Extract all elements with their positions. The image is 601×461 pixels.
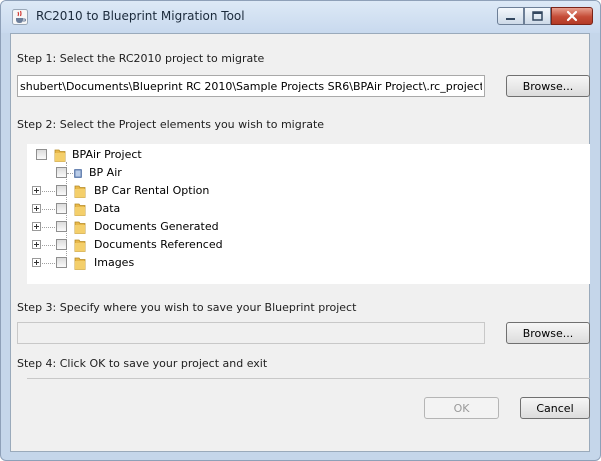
step2-label: Step 2: Select the Project elements you … xyxy=(17,118,325,131)
rc-project-path-input[interactable] xyxy=(18,76,484,96)
tree-item-documents-referenced[interactable]: Documents Referenced xyxy=(27,236,287,254)
tree-item-label: Documents Generated xyxy=(94,220,219,233)
tree-root-checkbox[interactable] xyxy=(36,149,47,160)
tree-item-documents-generated[interactable]: Documents Generated xyxy=(27,218,287,236)
browse-rc-project-button[interactable]: Browse... xyxy=(506,75,590,97)
bp-car-rental-option-checkbox[interactable] xyxy=(56,185,67,196)
expand-icon[interactable] xyxy=(32,204,41,213)
expand-icon[interactable] xyxy=(32,258,41,267)
close-button[interactable] xyxy=(551,7,593,25)
tree-item-label: Data xyxy=(94,202,121,215)
java-cup-icon xyxy=(12,9,28,25)
bp-air-checkbox[interactable] xyxy=(56,167,67,178)
tree-item-images[interactable]: Images xyxy=(27,254,227,272)
data-checkbox[interactable] xyxy=(56,203,67,214)
tree-item-label: BP Car Rental Option xyxy=(94,184,210,197)
tree-connector xyxy=(42,227,55,228)
expand-icon[interactable] xyxy=(32,240,41,249)
folder-icon xyxy=(74,221,86,234)
tree-item-bp-air[interactable]: BP Air xyxy=(27,164,227,182)
minimize-icon xyxy=(506,18,515,20)
tree-root-label: BPAir Project xyxy=(72,148,142,161)
folder-icon xyxy=(74,185,86,198)
maximize-icon xyxy=(532,11,543,21)
divider xyxy=(27,378,590,379)
minimize-button[interactable] xyxy=(497,7,524,25)
ok-button[interactable]: OK xyxy=(424,397,499,419)
expand-icon[interactable] xyxy=(32,222,41,231)
tree-connector xyxy=(42,191,55,192)
title-bar[interactable]: RC2010 to Blueprint Migration Tool xyxy=(1,1,600,33)
close-icon xyxy=(566,10,578,22)
step3-label: Step 3: Specify where you wish to save y… xyxy=(17,301,357,314)
blueprint-save-path-input[interactable] xyxy=(18,323,484,343)
folder-icon xyxy=(54,149,66,162)
tree-connector xyxy=(42,263,55,264)
tree-item-bp-car-rental-option[interactable]: BP Car Rental Option xyxy=(27,182,287,200)
browse-save-location-button[interactable]: Browse... xyxy=(506,322,590,344)
folder-icon xyxy=(74,203,86,216)
step1-label: Step 1: Select the RC2010 project to mig… xyxy=(17,52,265,65)
tree-item-label: Documents Referenced xyxy=(94,238,223,251)
tree-item-data[interactable]: Data xyxy=(27,200,227,218)
images-checkbox[interactable] xyxy=(56,257,67,268)
folder-icon xyxy=(74,239,86,252)
cancel-button[interactable]: Cancel xyxy=(520,397,590,419)
step4-label: Step 4: Click OK to save your project an… xyxy=(17,357,268,370)
folder-icon xyxy=(74,257,86,270)
blueprint-save-path-field[interactable] xyxy=(17,322,485,344)
tree-item-label: Images xyxy=(94,256,135,269)
tree-item-label: BP Air xyxy=(89,166,122,179)
window-title: RC2010 to Blueprint Migration Tool xyxy=(36,9,245,23)
tree-root-row[interactable]: BPAir Project xyxy=(27,146,227,164)
documents-referenced-checkbox[interactable] xyxy=(56,239,67,250)
tree-connector xyxy=(42,245,55,246)
documents-generated-checkbox[interactable] xyxy=(56,221,67,232)
rc-project-path-field[interactable] xyxy=(17,75,485,97)
bp-air-project-icon xyxy=(74,169,82,178)
tree-connector xyxy=(42,209,55,210)
project-elements-tree[interactable]: BPAir Project BP Air BP Car Rental Optio… xyxy=(27,144,590,284)
expand-icon[interactable] xyxy=(32,186,41,195)
maximize-button[interactable] xyxy=(524,7,551,25)
